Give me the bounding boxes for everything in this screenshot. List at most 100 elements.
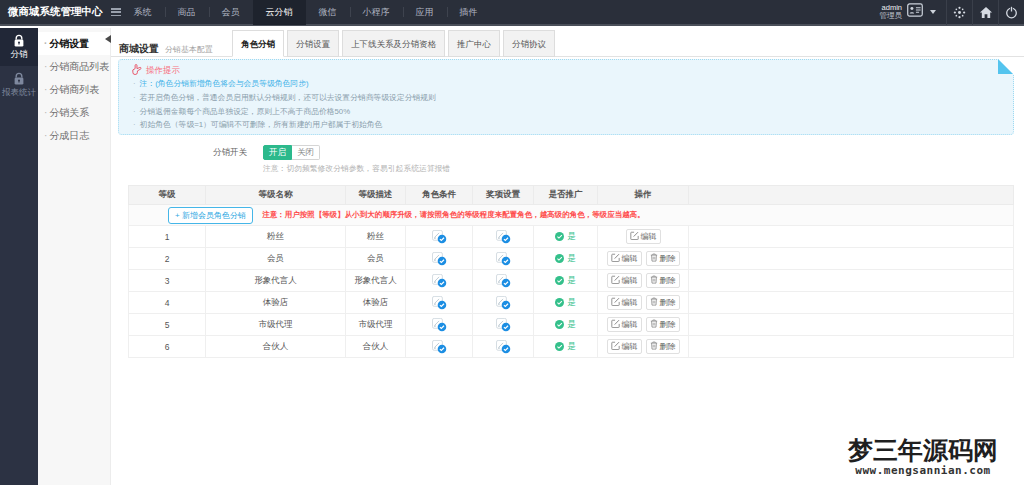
- reward-configured-icon[interactable]: [496, 296, 511, 310]
- tab-bar: 角色分销 分销设置 上下线关系及分销资格 推广中心 分销协议: [232, 30, 558, 57]
- check-circle-icon: [555, 232, 564, 241]
- id-card-icon: [907, 3, 923, 21]
- nav-item-wechat[interactable]: 微信: [306, 0, 350, 25]
- condition-configured-icon[interactable]: [432, 318, 447, 332]
- nav-item-goods[interactable]: 商品: [165, 0, 209, 25]
- table-warning: 注意：用户按照【等级】从小到大的顺序升级，请按照角色的等级程度来配置角色，越高级…: [262, 210, 645, 219]
- clear-cache-button[interactable]: [946, 0, 972, 25]
- table-row: 5 市级代理 市级代理 是 编辑删除: [129, 314, 1014, 336]
- condition-configured-icon[interactable]: [432, 296, 447, 310]
- tab-role-distribution[interactable]: 角色分销: [232, 30, 284, 57]
- reward-configured-icon[interactable]: [496, 230, 511, 244]
- edit-icon: [611, 297, 620, 306]
- sidebar-collapse-icon[interactable]: [111, 8, 121, 16]
- condition-configured-icon[interactable]: [432, 340, 447, 354]
- edit-icon: [630, 231, 639, 240]
- trash-icon: [650, 275, 658, 284]
- nav-item-system[interactable]: 系统: [121, 0, 165, 25]
- edit-button[interactable]: 编辑: [607, 295, 642, 310]
- menu-item-distributor-list[interactable]: ·分销商列表: [38, 78, 110, 101]
- condition-configured-icon[interactable]: [432, 274, 447, 288]
- delete-button[interactable]: 删除: [646, 295, 680, 310]
- col-role-condition: 角色条件: [406, 186, 473, 205]
- table-row: 1 粉丝 粉丝 是 编辑: [129, 226, 1014, 248]
- tip-line: ·分销返佣金额每个商品单独设定，原则上不高于商品价格50%: [131, 105, 1001, 119]
- tab-distribution-settings[interactable]: 分销设置: [287, 30, 339, 57]
- table-row: 3 形象代言人 形象代言人 是 编辑删除: [129, 270, 1014, 292]
- trash-icon: [650, 253, 658, 262]
- add-role-row: + 新增会员角色分销 注意：用户按照【等级】从小到大的顺序升级，请按照角色的等级…: [129, 205, 1014, 226]
- sidebar-item-report[interactable]: 报表统计: [0, 66, 38, 104]
- delete-button[interactable]: 删除: [646, 273, 680, 288]
- distribution-switch-row: 分销开关 开启 关闭: [111, 145, 1024, 160]
- promote-yes: 是: [555, 253, 576, 263]
- trash-icon: [650, 297, 658, 306]
- nav-item-miniprogram[interactable]: 小程序: [350, 0, 403, 25]
- promote-yes: 是: [555, 319, 576, 329]
- check-circle-icon: [555, 254, 564, 263]
- edit-button[interactable]: 编辑: [607, 273, 642, 288]
- admin-menu[interactable]: admin 管理员: [870, 0, 947, 25]
- menu-item-distribution-relation[interactable]: ·分销关系: [38, 101, 110, 124]
- menu-item-commission-log[interactable]: ·分成日志: [38, 124, 110, 147]
- table-row: 2 会员 会员 是 编辑删除: [129, 248, 1014, 270]
- lock-icon: [12, 72, 26, 86]
- nav-item-app[interactable]: 应用: [403, 0, 447, 25]
- col-empty: [689, 186, 1014, 205]
- promote-yes: 是: [555, 231, 576, 241]
- table-row: 4 体验店 体验店 是 编辑删除: [129, 292, 1014, 314]
- tips-box: 操作提示 ·注：(角色分销新增角色将会与会员等级角色同步) ·若开启角色分销，普…: [118, 59, 1014, 135]
- reward-configured-icon[interactable]: [496, 252, 511, 266]
- col-level-name: 等级名称: [206, 186, 346, 205]
- nav-item-plugin[interactable]: 插件: [447, 0, 491, 25]
- watermark-title: 梦三年源码网: [848, 437, 998, 464]
- condition-configured-icon[interactable]: [432, 230, 447, 244]
- tip-line: ·注：(角色分销新增角色将会与会员等级角色同步): [131, 77, 1001, 91]
- reward-configured-icon[interactable]: [496, 340, 511, 354]
- edit-button[interactable]: 编辑: [607, 339, 642, 354]
- delete-button[interactable]: 删除: [646, 251, 680, 266]
- switch-off-button[interactable]: 关闭: [292, 145, 320, 160]
- logout-button[interactable]: [998, 0, 1024, 25]
- promote-yes: 是: [555, 275, 576, 285]
- active-menu-arrow: [105, 35, 111, 43]
- home-button[interactable]: [972, 0, 998, 25]
- watermark-url: www.mengsannian.com: [848, 464, 998, 477]
- tab-distribution-agreement[interactable]: 分销协议: [503, 30, 555, 57]
- delete-button[interactable]: 删除: [646, 317, 680, 332]
- col-level-desc: 等级描述: [346, 186, 406, 205]
- edit-icon: [611, 341, 620, 350]
- reward-configured-icon[interactable]: [496, 274, 511, 288]
- condition-configured-icon[interactable]: [432, 252, 447, 266]
- sub-sidebar: ·分销设置 ·分销商品列表 ·分销商列表 ·分销关系 ·分成日志: [38, 28, 111, 485]
- nav-item-distribution[interactable]: 云分销: [253, 0, 306, 25]
- table-header-row: 等级 等级名称 等级描述 角色条件 奖项设置 是否推广 操作: [129, 186, 1014, 205]
- edit-button[interactable]: 编辑: [607, 317, 642, 332]
- page-title: 商城设置: [119, 43, 159, 54]
- edit-button[interactable]: 编辑: [607, 251, 642, 266]
- col-reward-setting: 奖项设置: [473, 186, 534, 205]
- hand-icon: [131, 64, 142, 75]
- delete-button[interactable]: 删除: [646, 339, 680, 354]
- check-circle-icon: [555, 298, 564, 307]
- tab-updownline[interactable]: 上下线关系及分销资格: [342, 30, 445, 57]
- tab-promotion-center[interactable]: 推广中心: [448, 30, 500, 57]
- edit-icon: [611, 319, 620, 328]
- page-header: 商城设置分销基本配置 角色分销 分销设置 上下线关系及分销资格 推广中心 分销协…: [111, 28, 1024, 57]
- col-level: 等级: [129, 186, 206, 205]
- menu-item-distribution-settings[interactable]: ·分销设置: [38, 32, 110, 55]
- add-role-button[interactable]: + 新增会员角色分销: [168, 207, 253, 224]
- edit-button[interactable]: 编辑: [626, 229, 661, 244]
- reward-configured-icon[interactable]: [496, 318, 511, 332]
- nav-item-member[interactable]: 会员: [209, 0, 253, 25]
- tip-line: ·若开启角色分销，普通会员启用默认分销规则，还可以去设置分销商等级设定分销规则: [131, 91, 1001, 105]
- switch-note: 注意：切勿频繁修改分销参数，容易引起系统运算报错: [263, 163, 1024, 174]
- breadcrumb: 商城设置分销基本配置: [119, 38, 213, 56]
- sidebar-item-distribution[interactable]: 分销: [0, 28, 38, 66]
- check-circle-icon: [555, 320, 564, 329]
- tip-line: ·初始角色（等级=1）可编辑不可删除，所有新建的用户都属于初始角色: [131, 118, 1001, 132]
- col-promote: 是否推广: [534, 186, 598, 205]
- main-area: 商城设置分销基本配置 角色分销 分销设置 上下线关系及分销资格 推广中心 分销协…: [111, 28, 1024, 485]
- menu-item-distribution-goods[interactable]: ·分销商品列表: [38, 55, 110, 78]
- switch-on-button[interactable]: 开启: [263, 145, 292, 160]
